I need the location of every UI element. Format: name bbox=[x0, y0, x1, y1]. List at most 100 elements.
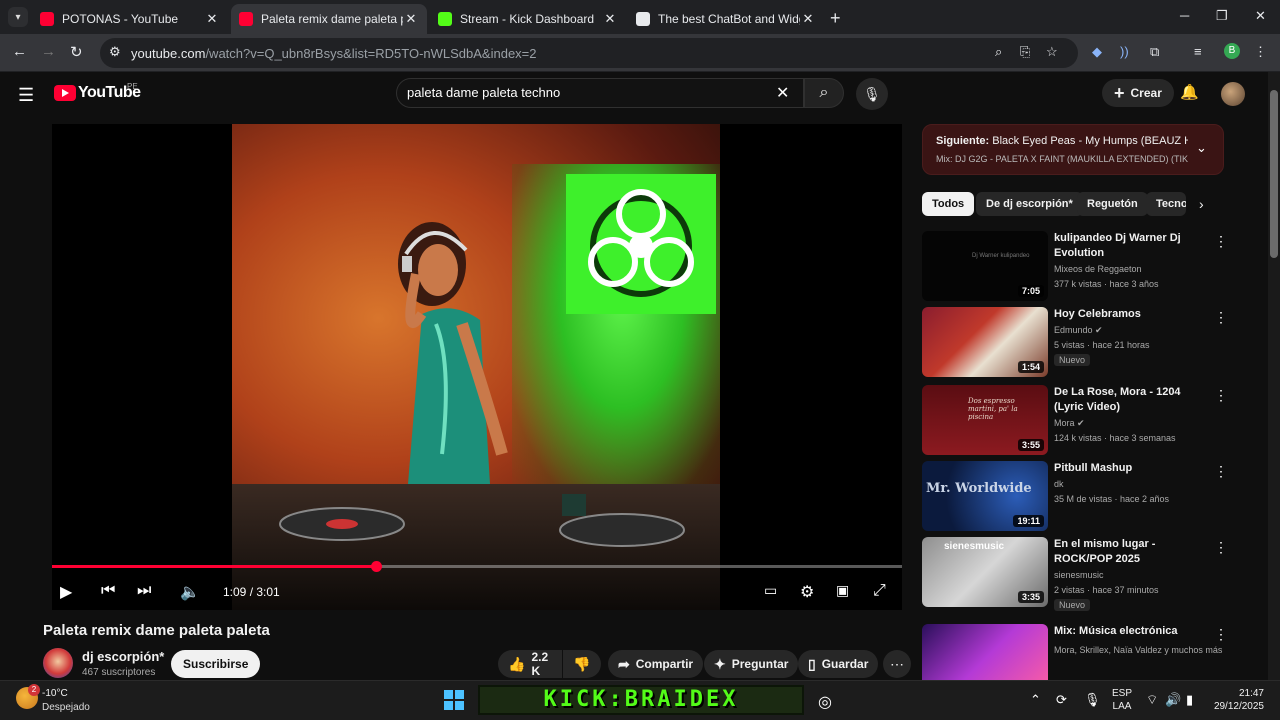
video-thumbnail[interactable]: Mr. Worldwide 19:11 bbox=[922, 461, 1048, 531]
more-options-icon[interactable]: ⋮ bbox=[1214, 309, 1228, 326]
save-button[interactable]: ▯ Guardar bbox=[798, 650, 879, 678]
recommendation-item[interactable]: sienesmusic 3:35 En el mismo lugar - ROC… bbox=[922, 537, 1232, 611]
account-avatar[interactable] bbox=[1221, 82, 1245, 106]
chip-todos[interactable]: Todos bbox=[922, 192, 975, 216]
recommendation-item[interactable]: Mr. Worldwide 19:11 Pitbull Mashup dk 35… bbox=[922, 461, 1232, 533]
search-input[interactable] bbox=[407, 85, 767, 100]
next-icon[interactable]: ⏭ bbox=[137, 582, 151, 600]
theater-mode-icon[interactable]: ▣ bbox=[836, 582, 849, 599]
chip-tecno[interactable]: Tecno bbox=[1146, 192, 1186, 216]
browser-profile-avatar[interactable]: B bbox=[1224, 43, 1240, 59]
url-text[interactable]: youtube.com/watch?v=Q_ubn8rBsys&list=RD5… bbox=[131, 46, 537, 61]
subscribe-button[interactable]: Suscribirse bbox=[171, 650, 261, 678]
chevron-right-icon[interactable]: › bbox=[1199, 196, 1204, 212]
video-thumbnail[interactable]: 1:54 bbox=[922, 307, 1048, 377]
more-options-icon[interactable]: ⋮ bbox=[1214, 463, 1228, 480]
bookmark-star-icon[interactable]: ☆ bbox=[1046, 44, 1058, 60]
reload-icon[interactable]: ↻ bbox=[70, 43, 83, 61]
video-thumbnail[interactable]: Dj Warner kulipandeo 7:05 bbox=[922, 231, 1048, 301]
more-options-icon[interactable]: ⋮ bbox=[1214, 387, 1228, 404]
video-frame[interactable] bbox=[232, 124, 720, 610]
close-icon[interactable]: ✕ bbox=[800, 11, 816, 27]
recommendation-title[interactable]: En el mismo lugar - ROCK/POP 2025 bbox=[1054, 537, 1212, 567]
zoom-icon[interactable]: ⌕ bbox=[995, 44, 1002, 60]
tab-potonas[interactable]: POTONAS - YouTube ✕ bbox=[32, 4, 228, 34]
close-icon[interactable]: ✕ bbox=[602, 11, 618, 27]
youtube-logo-icon[interactable] bbox=[54, 85, 76, 101]
up-next-panel[interactable]: Siguiente: Black Eyed Peas - My Humps (B… bbox=[922, 124, 1224, 175]
new-tab-plus-icon[interactable]: + bbox=[830, 8, 841, 29]
browser-menu-icon[interactable]: ⋮ bbox=[1254, 44, 1267, 60]
media-control-icon[interactable]: ≡ bbox=[1194, 44, 1202, 59]
play-icon[interactable]: ▶ bbox=[60, 582, 72, 602]
subtitles-icon[interactable]: ▭ bbox=[764, 582, 777, 599]
wifi-icon[interactable]: ⌔ bbox=[1146, 692, 1158, 708]
scrollbar-thumb[interactable] bbox=[1270, 90, 1278, 258]
extensions-puzzle-icon[interactable]: ⧉ bbox=[1150, 44, 1159, 60]
video-thumbnail[interactable]: sienesmusic 3:35 bbox=[922, 537, 1048, 607]
forward-icon[interactable]: → bbox=[41, 43, 56, 60]
more-actions-icon[interactable]: ⋯ bbox=[883, 650, 911, 678]
temperature[interactable]: -10°C bbox=[42, 688, 68, 699]
site-info-icon[interactable]: ⚙ bbox=[109, 44, 121, 60]
recommendation-item[interactable]: 1:54 Hoy Celebramos Edmundo ✔ 5 vistas ·… bbox=[922, 307, 1232, 379]
video-thumbnail[interactable]: Dos espresso martini, pa' la piscina 3:5… bbox=[922, 385, 1048, 455]
tab-chatbot[interactable]: The best ChatBot and Widgets ✕ bbox=[628, 4, 824, 34]
previous-icon[interactable]: ⏮ bbox=[101, 582, 115, 600]
recommendation-title[interactable]: Hoy Celebramos bbox=[1054, 307, 1212, 322]
language-indicator[interactable]: ESP LAA bbox=[1112, 687, 1132, 713]
minimize-icon[interactable]: ─ bbox=[1180, 8, 1189, 23]
extension-audio-icon[interactable]: )) bbox=[1120, 44, 1129, 59]
recommendation-channel[interactable]: Edmundo ✔ bbox=[1054, 323, 1103, 338]
recommendation-channel[interactable]: sienesmusic bbox=[1054, 568, 1104, 583]
microphone-icon[interactable]: 🎙 bbox=[1084, 692, 1101, 708]
search-button[interactable]: ⌕ bbox=[804, 78, 844, 108]
create-button[interactable]: + Crear bbox=[1102, 79, 1174, 107]
volume-icon[interactable]: 🔈 bbox=[180, 582, 200, 602]
recommendation-item[interactable]: Dos espresso martini, pa' la piscina 3:5… bbox=[922, 385, 1232, 457]
recommendation-channel[interactable]: Mixeos de Reggaeton bbox=[1054, 262, 1142, 277]
extension-diamond-icon[interactable]: ◆ bbox=[1092, 44, 1102, 60]
close-icon[interactable]: ✕ bbox=[403, 11, 419, 27]
sync-icon[interactable]: ⟳ bbox=[1056, 692, 1067, 708]
more-options-icon[interactable]: ⋮ bbox=[1214, 539, 1228, 556]
battery-icon[interactable]: ▮ bbox=[1186, 692, 1193, 708]
address-bar[interactable]: ⚙ youtube.com/watch?v=Q_ubn8rBsys&list=R… bbox=[100, 38, 1078, 68]
like-button[interactable]: 👍 2.2 K bbox=[498, 650, 562, 678]
menu-icon[interactable]: ☰ bbox=[18, 85, 34, 106]
window-close-icon[interactable]: ✕ bbox=[1255, 8, 1266, 24]
windows-start-icon[interactable] bbox=[444, 690, 464, 710]
app-recorder-icon[interactable]: ◎ bbox=[818, 692, 832, 712]
tab-search-chevron-icon[interactable]: ▾ bbox=[8, 7, 28, 27]
recommendation-item[interactable]: Mix: Música electrónica Mora, Skrillex, … bbox=[922, 624, 1232, 680]
recommendation-channel[interactable]: Mora, Skrillex, Naïa Valdez y muchos más bbox=[1054, 643, 1224, 658]
recommendation-item[interactable]: Dj Warner kulipandeo 7:05 kulipandeo Dj … bbox=[922, 231, 1232, 303]
chevron-up-icon[interactable]: ⌃ bbox=[1030, 692, 1041, 708]
recommendation-title[interactable]: kulipandeo Dj Warner Dj Evolution bbox=[1054, 231, 1212, 261]
back-icon[interactable]: ← bbox=[12, 43, 27, 60]
recommendation-title[interactable]: Mix: Música electrónica bbox=[1054, 624, 1212, 639]
video-thumbnail[interactable] bbox=[922, 624, 1048, 680]
settings-gear-icon[interactable]: ⚙ bbox=[800, 582, 814, 602]
system-clock[interactable]: 21:47 29/12/2025 bbox=[1210, 687, 1264, 713]
tab-paleta-remix[interactable]: Paleta remix dame paleta paleta ✕ bbox=[231, 4, 427, 34]
speaker-icon[interactable]: 🔊 bbox=[1165, 692, 1181, 708]
search-box[interactable] bbox=[396, 78, 804, 108]
share-button[interactable]: ➦ Compartir bbox=[608, 650, 704, 678]
video-player[interactable]: ▶ ⏮ ⏭ 🔈 1:09 / 3:01 ▭ ⚙ ▣ ⤢ bbox=[52, 124, 902, 610]
progress-played[interactable] bbox=[52, 565, 376, 568]
notifications-bell-icon[interactable]: 🔔 bbox=[1180, 83, 1199, 101]
channel-name[interactable]: dj escorpión* bbox=[82, 649, 164, 664]
recommendation-channel[interactable]: dk bbox=[1054, 477, 1064, 492]
recommendation-title[interactable]: Pitbull Mashup bbox=[1054, 461, 1212, 476]
ask-button[interactable]: ✦ Preguntar bbox=[704, 650, 799, 678]
chevron-down-icon[interactable]: ⌄ bbox=[1196, 140, 1207, 156]
chip-de-dj-escorpion[interactable]: De dj escorpión* bbox=[976, 192, 1083, 216]
more-options-icon[interactable]: ⋮ bbox=[1214, 626, 1228, 643]
close-icon[interactable]: ✕ bbox=[204, 11, 220, 27]
clear-search-icon[interactable]: ✕ bbox=[776, 83, 789, 103]
recommendation-title[interactable]: De La Rose, Mora - 1204 (Lyric Video) bbox=[1054, 385, 1212, 415]
chip-regueton[interactable]: Reguetón bbox=[1077, 192, 1148, 216]
restore-icon[interactable]: ❐ bbox=[1216, 8, 1228, 24]
recommendation-channel[interactable]: Mora ✔ bbox=[1054, 416, 1085, 431]
